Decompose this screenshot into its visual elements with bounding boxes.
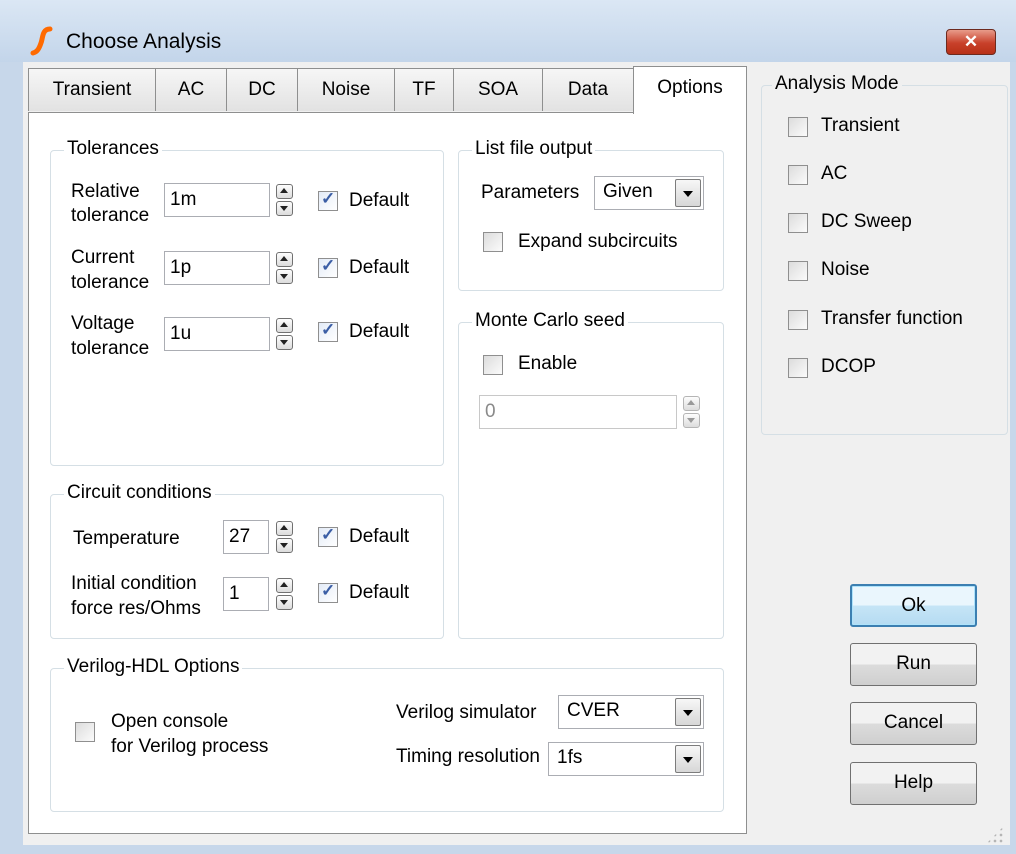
voltage-tolerance-default-checkbox[interactable] [318,320,338,342]
close-icon: ✕ [963,32,979,51]
current-tolerance-label-line1: Current [71,247,135,268]
parameters-selected-value: Given [603,181,653,202]
current-tolerance-spinner[interactable] [276,252,293,284]
current-tolerance-default-checkbox[interactable] [318,256,338,278]
voltage-tolerance-input[interactable]: 1u [164,317,270,351]
temperature-input[interactable]: 27 [223,520,269,554]
spin-up-icon[interactable] [276,318,293,333]
tab-ac[interactable]: AC [155,68,227,111]
verilog-options-group-label: Verilog-HDL Options [64,656,243,678]
analysis-mode-ac-checkbox[interactable] [788,165,808,185]
temperature-default-label: Default [349,526,410,547]
relative-tolerance-input[interactable]: 1m [164,183,270,217]
tab-transient[interactable]: Transient [28,68,156,111]
analysis-mode-dc-sweep-checkbox[interactable] [788,213,808,233]
spin-up-icon[interactable] [276,521,293,536]
initial-condition-label-line1: Initial condition [71,573,197,594]
open-console-checkbox[interactable] [75,722,95,742]
circuit-conditions-group-label: Circuit conditions [64,482,215,504]
spin-down-icon[interactable] [276,269,293,284]
parameters-select[interactable]: Given [594,176,704,210]
analysis-mode-noise-label: Noise [821,259,870,280]
tab-tf[interactable]: TF [394,68,454,111]
open-console-label-line2: for Verilog process [111,736,269,757]
initial-condition-default-label: Default [349,582,410,603]
analysis-mode-transfer-function-checkbox[interactable] [788,310,808,330]
run-button[interactable]: Run [850,643,977,686]
tab-data[interactable]: Data [542,68,634,111]
monte-carlo-enable-checkbox[interactable] [483,355,503,375]
analysis-mode-transient-label: Transient [821,115,900,136]
initial-condition-default-checkbox[interactable] [318,581,338,603]
spin-down-icon[interactable] [276,595,293,610]
analysis-mode-group-label: Analysis Mode [772,73,902,95]
analysis-mode-transfer-function-label: Transfer function [821,308,963,329]
spin-up-icon [683,396,700,411]
initial-condition-input[interactable]: 1 [223,577,269,611]
relative-tolerance-default-label: Default [349,190,410,211]
verilog-simulator-selected-value: CVER [567,700,620,721]
current-tolerance-input[interactable]: 1p [164,251,270,285]
spin-down-icon[interactable] [276,335,293,350]
list-file-output-group [458,150,724,291]
initial-condition-spinner[interactable] [276,578,293,610]
monte-carlo-seed-group-label: Monte Carlo seed [472,310,628,332]
analysis-mode-dc-sweep-label: DC Sweep [821,211,912,232]
chevron-down-icon[interactable] [675,698,701,726]
expand-subcircuits-label: Expand subcircuits [518,231,678,252]
relative-tolerance-label-line1: Relative [71,181,140,202]
analysis-mode-dcop-checkbox[interactable] [788,358,808,378]
spin-up-icon[interactable] [276,252,293,267]
spin-down-icon[interactable] [276,201,293,216]
analysis-mode-transient-checkbox[interactable] [788,117,808,137]
voltage-tolerance-default-label: Default [349,321,410,342]
chevron-down-icon[interactable] [675,179,701,207]
cancel-button[interactable]: Cancel [850,702,977,745]
monte-carlo-seed-spinner [683,396,700,428]
relative-tolerance-spinner[interactable] [276,184,293,216]
tab-noise[interactable]: Noise [297,68,395,111]
app-logo-icon [30,26,53,56]
relative-tolerance-label-line2: tolerance [71,205,150,226]
spin-down-icon[interactable] [276,538,293,553]
verilog-simulator-label: Verilog simulator [396,702,537,723]
close-button[interactable]: ✕ [946,29,996,55]
dialog-window: Choose Analysis ✕ Transient AC DC Noise … [0,0,1016,854]
chevron-down-icon[interactable] [675,745,701,773]
analysis-mode-ac-label: AC [821,163,848,184]
analysis-mode-noise-checkbox[interactable] [788,261,808,281]
parameters-label: Parameters [481,182,580,203]
initial-condition-label-line2: force res/Ohms [71,598,201,619]
spin-up-icon[interactable] [276,578,293,593]
list-file-output-group-label: List file output [472,138,596,160]
voltage-tolerance-label-line1: Voltage [71,313,135,334]
spin-up-icon[interactable] [276,184,293,199]
relative-tolerance-default-checkbox[interactable] [318,189,338,211]
tolerances-group-label: Tolerances [64,138,162,160]
temperature-spinner[interactable] [276,521,293,553]
expand-subcircuits-checkbox[interactable] [483,232,503,252]
voltage-tolerance-spinner[interactable] [276,318,293,350]
temperature-default-checkbox[interactable] [318,525,338,547]
tab-dc[interactable]: DC [226,68,298,111]
current-tolerance-label-line2: tolerance [71,272,150,293]
verilog-simulator-select[interactable]: CVER [558,695,704,729]
window-title: Choose Analysis [66,30,222,53]
tab-soa[interactable]: SOA [453,68,543,111]
tab-options[interactable]: Options [633,66,747,114]
title-bar[interactable]: Choose Analysis ✕ [0,0,1016,62]
current-tolerance-default-label: Default [349,257,410,278]
open-console-label-line1: Open console [111,711,229,732]
timing-resolution-selected-value: 1fs [557,747,583,768]
ok-button[interactable]: Ok [850,584,977,627]
monte-carlo-enable-label: Enable [518,353,578,374]
spin-down-icon [683,413,700,428]
monte-carlo-seed-input: 0 [479,395,677,429]
timing-resolution-select[interactable]: 1fs [548,742,704,776]
voltage-tolerance-label-line2: tolerance [71,338,150,359]
timing-resolution-label: Timing resolution [396,746,540,767]
temperature-label: Temperature [73,528,180,549]
help-button[interactable]: Help [850,762,977,805]
analysis-mode-dcop-label: DCOP [821,356,876,377]
